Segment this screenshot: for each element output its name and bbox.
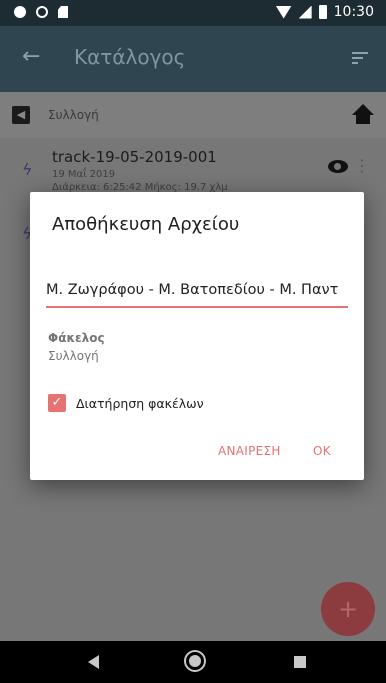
sort-icon[interactable] <box>352 52 368 66</box>
signal-icon <box>298 5 312 19</box>
status-bar: 10:30 <box>0 0 386 26</box>
keep-folders-checkbox[interactable]: ✓ <box>48 394 66 412</box>
system-navigation-bar <box>0 641 386 683</box>
breadcrumb: ◀ Συλλογή <box>0 92 386 138</box>
nav-back-icon[interactable] <box>88 655 99 669</box>
status-system-icons: 10:30 <box>275 4 374 20</box>
sd-card-icon <box>58 6 68 18</box>
folder-value[interactable]: Συλλογή <box>48 349 99 363</box>
status-notification-icons <box>14 6 68 18</box>
folder-up-icon[interactable]: ◀ <box>12 106 30 124</box>
cancel-button[interactable]: ΑΝΑΙΡΕΣΗ <box>218 444 281 458</box>
list-item[interactable]: ϟ track-19-05-2019-001 19 Μαΐ 2019 Διάρκ… <box>0 142 386 193</box>
nav-home-icon[interactable] <box>186 652 204 670</box>
notification-dot-icon <box>14 6 26 18</box>
track-name: track-19-05-2019-001 <box>52 148 217 166</box>
nav-recents-icon[interactable] <box>294 656 306 668</box>
keep-folders-label[interactable]: Διατήρηση φακέλων <box>76 396 204 411</box>
breadcrumb-label: Συλλογή <box>48 108 99 122</box>
page-title: Κατάλογος <box>74 45 186 69</box>
wifi-icon <box>275 5 292 19</box>
track-route-icon: ϟ <box>22 160 33 179</box>
add-fab-button[interactable]: + <box>321 582 375 636</box>
notification-ring-icon <box>36 6 48 18</box>
back-arrow-icon[interactable]: ← <box>22 44 40 69</box>
save-file-dialog: Αποθήκευση Αρχείου Φάκελος Συλλογή ✓ Δια… <box>30 192 364 480</box>
visibility-eye-icon[interactable] <box>328 160 348 173</box>
status-time: 10:30 <box>333 4 374 20</box>
more-options-icon[interactable]: ⋮ <box>354 156 370 175</box>
track-date: 19 Μαΐ 2019 <box>52 169 116 180</box>
ok-button[interactable]: OK <box>313 444 331 458</box>
battery-icon <box>318 5 327 19</box>
home-icon[interactable] <box>352 104 374 124</box>
dialog-title: Αποθήκευση Αρχείου <box>52 214 240 235</box>
filename-input[interactable] <box>46 274 348 308</box>
folder-label: Φάκελος <box>48 331 105 345</box>
app-bar: ← Κατάλογος <box>0 26 386 92</box>
